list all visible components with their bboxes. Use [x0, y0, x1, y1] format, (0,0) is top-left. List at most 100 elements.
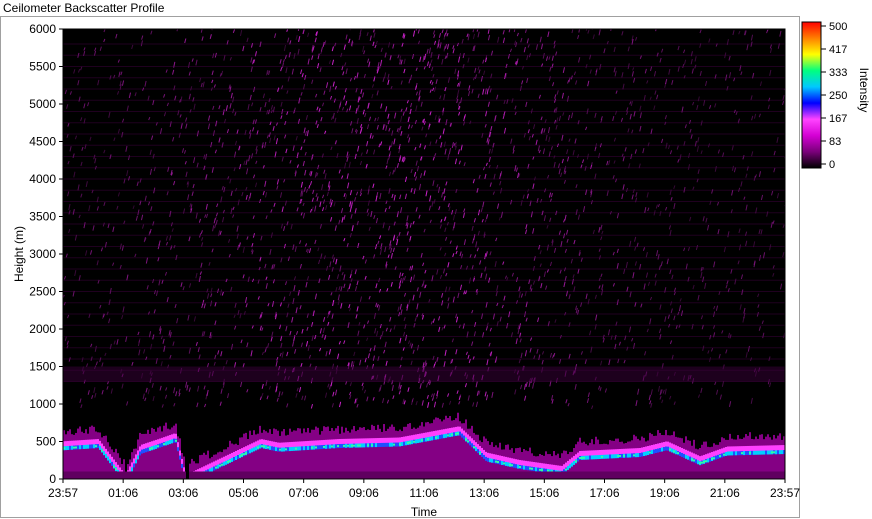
- layer-peak: [541, 469, 543, 472]
- ground-return: [129, 471, 132, 479]
- colorbar-tick-label: 250: [829, 90, 847, 102]
- layer-core: [415, 439, 417, 444]
- ground-return: [279, 471, 282, 479]
- ground-return: [738, 471, 741, 479]
- ground-return: [483, 471, 486, 479]
- layer-core: [401, 442, 403, 447]
- layer-core: [537, 467, 539, 472]
- layer-core: [725, 451, 727, 456]
- ground-return: [420, 471, 423, 479]
- layer-core: [661, 447, 663, 452]
- layer-core: [309, 445, 311, 450]
- layer-core: [417, 439, 419, 444]
- layer-core: [89, 444, 91, 449]
- ground-return: [732, 471, 735, 479]
- colorbar: [801, 21, 822, 169]
- ground-return: [345, 471, 348, 479]
- ground-return: [297, 471, 300, 479]
- layer-core: [137, 455, 139, 460]
- ground-return: [612, 471, 615, 479]
- ground-return: [273, 471, 276, 479]
- layer-core: [81, 445, 83, 450]
- layer-core: [329, 444, 331, 449]
- layer-core: [431, 436, 433, 441]
- layer-core: [411, 440, 413, 445]
- layer-core: [161, 442, 163, 447]
- layer-core: [469, 441, 471, 446]
- ground-return: [216, 471, 219, 479]
- backscatter-column: [403, 426, 405, 479]
- layer-core: [283, 447, 285, 452]
- ground-return: [645, 471, 648, 479]
- y-tick-label: 500: [36, 435, 56, 449]
- backscatter-column: [405, 426, 407, 479]
- layer-core: [715, 455, 717, 460]
- layer-core: [687, 455, 689, 460]
- layer-core: [387, 442, 389, 447]
- x-tick-label: 01:06: [108, 486, 138, 500]
- x-tick-label: 05:06: [228, 486, 258, 500]
- ground-return: [180, 471, 183, 479]
- layer-core: [609, 454, 611, 459]
- ground-return: [636, 471, 639, 479]
- layer-core: [689, 456, 691, 461]
- ground-return: [705, 471, 708, 479]
- ground-return: [633, 471, 636, 479]
- backscatter-column: [353, 426, 355, 479]
- ground-return: [231, 471, 234, 479]
- layer-core: [355, 443, 357, 448]
- ground-return: [351, 471, 354, 479]
- y-tick-label: 4500: [29, 135, 56, 149]
- layer-core: [273, 446, 275, 451]
- layer-core: [265, 445, 267, 450]
- layer-core: [721, 453, 723, 458]
- layer-core: [709, 457, 711, 462]
- layer-core: [405, 441, 407, 446]
- layer-core: [145, 448, 147, 453]
- ground-return: [717, 471, 720, 479]
- backscatter-column: [299, 428, 301, 479]
- layer-core: [381, 442, 383, 447]
- ground-return: [624, 471, 627, 479]
- ground-return: [513, 471, 516, 479]
- layer-peak: [359, 444, 361, 447]
- ground-return: [684, 471, 687, 479]
- layer-core: [247, 450, 249, 455]
- layer-core: [397, 442, 399, 447]
- layer-core: [131, 467, 133, 472]
- ground-return: [465, 471, 468, 479]
- layer-peak: [539, 468, 541, 471]
- layer-core: [505, 461, 507, 466]
- ground-return: [663, 471, 666, 479]
- layer-peak: [705, 460, 707, 463]
- layer-core: [477, 449, 479, 454]
- ground-return: [357, 471, 360, 479]
- layer-core: [173, 438, 175, 443]
- backscatter-column: [421, 422, 423, 479]
- layer-core: [373, 443, 375, 448]
- layer-core: [275, 447, 277, 452]
- ground-return: [177, 471, 180, 479]
- layer-core: [69, 445, 71, 450]
- backscatter-column: [359, 427, 361, 479]
- layer-peak: [495, 460, 497, 463]
- ground-return: [651, 471, 654, 479]
- layer-peak: [531, 467, 533, 470]
- layer-core: [651, 450, 653, 455]
- ground-return: [570, 471, 573, 479]
- ground-return: [213, 471, 216, 479]
- layer-peak: [351, 444, 353, 447]
- layer-peak: [583, 456, 585, 459]
- colorbar-tick-label: 0: [829, 159, 835, 171]
- layer-core: [437, 435, 439, 440]
- layer-peak: [311, 446, 313, 449]
- layer-core: [679, 452, 681, 457]
- layer-core: [587, 455, 589, 460]
- ground-return: [585, 471, 588, 479]
- backscatter-column: [337, 425, 339, 479]
- ground-return: [291, 471, 294, 479]
- ground-return: [99, 471, 102, 479]
- ground-return: [159, 471, 162, 479]
- ground-return: [504, 471, 507, 479]
- y-tick-label: 2500: [29, 285, 56, 299]
